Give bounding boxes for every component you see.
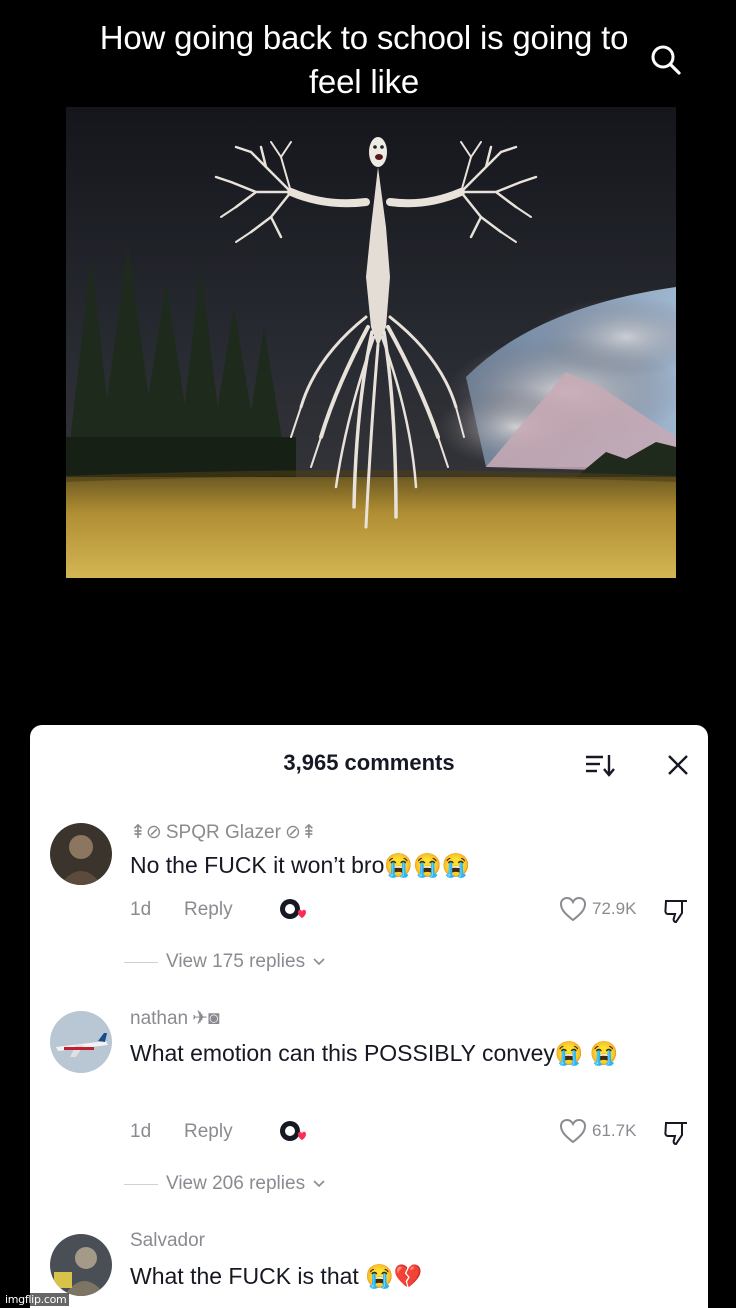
artwork-image bbox=[66, 107, 676, 578]
close-icon bbox=[668, 755, 688, 775]
username-text: Salvador bbox=[130, 1230, 205, 1251]
like-button[interactable]: 61.7K bbox=[558, 1117, 636, 1145]
comment-text: No the FUCK it won’t bro😭😭😭 bbox=[130, 852, 471, 878]
close-button[interactable] bbox=[662, 749, 694, 781]
sort-button[interactable] bbox=[583, 749, 617, 781]
comment-username[interactable]: ⇞⊘ SPQR Glazer ⊘⇞ bbox=[130, 821, 317, 844]
avatar-image bbox=[50, 1011, 112, 1073]
view-replies-label: View 175 replies bbox=[166, 951, 306, 972]
comments-header: 3,965 comments bbox=[30, 725, 708, 803]
dislike-button[interactable] bbox=[662, 897, 690, 925]
avatar[interactable] bbox=[50, 1011, 112, 1073]
comment-time: 1d bbox=[130, 899, 152, 920]
username-text: nathan bbox=[130, 1007, 189, 1029]
divider-line bbox=[124, 961, 158, 963]
divider-line bbox=[124, 1183, 158, 1185]
badge-icon: ⇞⊘ bbox=[130, 822, 162, 843]
comment-text: What emotion can this POSSIBLY convey😭 😭 bbox=[130, 1040, 619, 1066]
reply-button[interactable]: Reply bbox=[184, 899, 278, 921]
search-icon bbox=[651, 45, 681, 75]
heart-icon bbox=[559, 1118, 587, 1144]
view-replies-label: View 206 replies bbox=[166, 1173, 306, 1194]
airplane-badge-icon: ✈◙ bbox=[192, 1008, 220, 1029]
avatar-image bbox=[50, 1234, 112, 1296]
view-replies-button[interactable]: View 206 replies bbox=[124, 1173, 325, 1195]
dislike-icon bbox=[664, 1122, 687, 1146]
comment-username[interactable]: nathan ✈◙ bbox=[130, 1007, 220, 1030]
dislike-icon bbox=[664, 900, 687, 924]
like-button[interactable]: 72.9K bbox=[558, 895, 636, 923]
avatar[interactable] bbox=[50, 1234, 112, 1296]
comment-time: 1d bbox=[130, 1121, 152, 1142]
comment-meta: 1d Reply bbox=[130, 1119, 308, 1145]
dislike-button[interactable] bbox=[662, 1119, 690, 1147]
reply-button[interactable]: Reply bbox=[184, 1121, 278, 1143]
comment-username[interactable]: Salvador bbox=[130, 1230, 205, 1252]
badge-icon: ⊘⇞ bbox=[284, 822, 317, 843]
view-replies-button[interactable]: View 175 replies bbox=[124, 951, 325, 973]
comment-meta: 1d Reply bbox=[130, 897, 308, 923]
avatar[interactable] bbox=[50, 823, 112, 885]
sort-icon bbox=[586, 755, 615, 777]
search-button[interactable] bbox=[646, 40, 686, 80]
creator-liked-icon bbox=[280, 1121, 306, 1141]
creator-liked-icon bbox=[280, 899, 306, 919]
comment-text: What the FUCK is that 😭💔 bbox=[130, 1263, 423, 1289]
chevron-down-icon bbox=[313, 958, 325, 966]
video-frame-artwork[interactable] bbox=[66, 107, 676, 578]
imgflip-watermark: imgflip.com bbox=[2, 1293, 70, 1306]
username-text: SPQR Glazer bbox=[165, 821, 281, 843]
like-count: 61.7K bbox=[592, 1121, 637, 1140]
heart-icon bbox=[559, 896, 587, 922]
like-count: 72.9K bbox=[592, 899, 637, 918]
chevron-down-icon bbox=[313, 1180, 325, 1188]
comments-sheet: 3,965 comments ⇞⊘ SPQR Glazer ⊘⇞ No the … bbox=[30, 725, 708, 1308]
avatar-image bbox=[50, 823, 112, 885]
video-caption: How going back to school is going to fee… bbox=[99, 19, 629, 100]
